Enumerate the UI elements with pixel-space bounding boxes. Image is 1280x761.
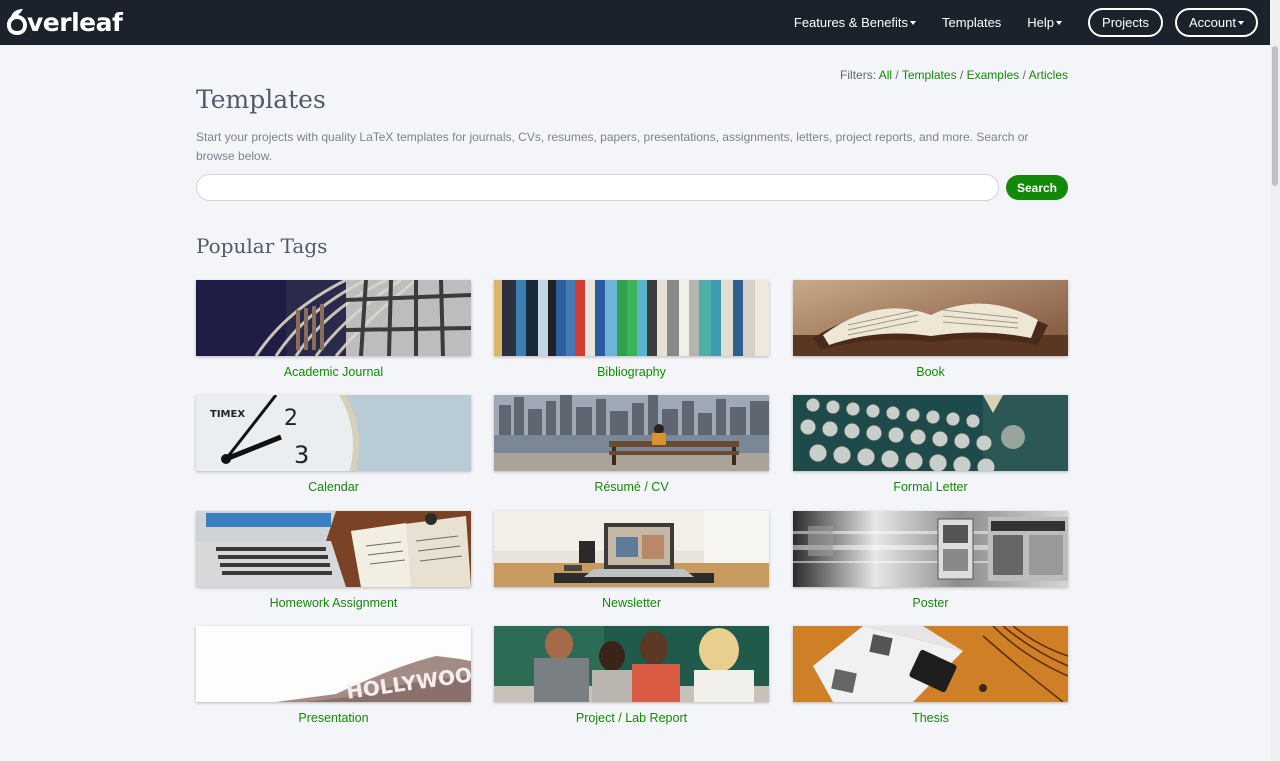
tag-tile-academic-journal[interactable]: Academic Journal (196, 280, 471, 385)
filters-prefix: Filters: (840, 68, 877, 82)
nav-help[interactable]: Help (1027, 15, 1063, 30)
hollywood-sign-image: HOLLYWOOD (196, 626, 471, 702)
nav-right-group: Features & Benefits Templates Help Proje… (794, 0, 1258, 45)
top-navbar: verleaf Features & Benefits Templates He… (0, 0, 1270, 45)
account-button[interactable]: Account (1175, 8, 1258, 37)
tag-tile-calendar[interactable]: TIMEX 2 3 Calendar (196, 395, 471, 500)
filter-articles-link[interactable]: Articles (1029, 68, 1068, 82)
page-scrollbar[interactable] (1270, 0, 1280, 761)
tag-tile-thesis[interactable]: Thesis (793, 626, 1068, 731)
magazine-desk-image (793, 626, 1068, 702)
overleaf-logo[interactable]: verleaf (6, 5, 123, 39)
filter-separator: / (959, 68, 964, 82)
tag-tile-homework-assignment[interactable]: Homework Assignment (196, 511, 471, 616)
tag-tile-book[interactable]: Book (793, 280, 1068, 385)
tag-label: Poster (912, 596, 949, 610)
tag-label: Homework Assignment (269, 596, 398, 610)
tag-tile-bibliography[interactable]: Bibliography (494, 280, 769, 385)
tag-tile-formal-letter[interactable]: Formal Letter (793, 395, 1068, 500)
projects-label: Projects (1102, 15, 1150, 30)
template-search-input[interactable] (196, 174, 999, 201)
search-button[interactable]: Search (1006, 175, 1068, 200)
desk-laptop-image (494, 511, 769, 587)
tag-label: Calendar (308, 480, 359, 494)
nav-features-label: Features & Benefits (793, 15, 909, 30)
tag-tile-resume-cv[interactable]: Résumé / CV (494, 395, 769, 500)
nav-features-benefits[interactable]: Features & Benefits (793, 15, 917, 30)
tag-label: Bibliography (597, 365, 666, 379)
svg-text:3: 3 (294, 441, 309, 469)
filter-templates-link[interactable]: Templates (902, 68, 957, 82)
caret-down-icon (1056, 20, 1063, 25)
laptop-notebook-image (196, 511, 471, 587)
projects-button[interactable]: Projects (1088, 8, 1164, 37)
library-shelves-image (196, 280, 471, 356)
tag-label: Formal Letter (893, 480, 968, 494)
filter-separator: / (1022, 68, 1026, 82)
page-intro: Start your projects with quality LaTeX t… (196, 130, 1029, 163)
open-book-image (793, 280, 1068, 356)
svg-text:2: 2 (284, 406, 298, 431)
nav-templates-label: Templates (942, 15, 1002, 30)
caret-down-icon (910, 20, 917, 25)
filter-examples-link[interactable]: Examples (967, 68, 1020, 82)
tag-tile-presentation[interactable]: HOLLYWOOD Presentation (196, 626, 471, 731)
tag-label: Academic Journal (283, 365, 384, 379)
clock-face-image: TIMEX 2 3 (196, 395, 471, 471)
scrollbar-thumb[interactable] (1272, 46, 1278, 186)
tag-label: Presentation (298, 711, 369, 725)
typewriter-image (793, 395, 1068, 471)
page-title: Templates (196, 85, 326, 114)
filter-separator: / (895, 68, 899, 82)
tag-tile-poster[interactable]: Poster (793, 511, 1068, 616)
students-classroom-image (494, 626, 769, 702)
nav-help-label: Help (1027, 15, 1055, 30)
overleaf-leaf-icon (7, 9, 27, 35)
city-waterfront-image (494, 395, 769, 471)
tag-label: Thesis (912, 711, 949, 725)
filter-all-link[interactable]: All (879, 68, 892, 82)
logo-text: verleaf (27, 7, 123, 37)
book-spines-image (494, 280, 769, 356)
tag-label: Book (916, 365, 945, 379)
caret-down-icon (1238, 20, 1244, 25)
nav-templates[interactable]: Templates (942, 15, 1001, 30)
motion-blur-posters-image (793, 511, 1068, 587)
svg-text:TIMEX: TIMEX (210, 409, 245, 420)
tag-label: Newsletter (601, 596, 662, 610)
filters-bar: Filters: All / Templates / Examples / Ar… (840, 68, 1068, 82)
tag-label: Résumé / CV (594, 480, 669, 494)
popular-tags-title: Popular Tags (196, 234, 328, 258)
tag-tile-project-lab-report[interactable]: Project / Lab Report (494, 626, 769, 731)
tag-label: Project / Lab Report (575, 711, 688, 725)
account-label: Account (1189, 15, 1236, 30)
tag-tile-newsletter[interactable]: Newsletter (494, 511, 769, 616)
